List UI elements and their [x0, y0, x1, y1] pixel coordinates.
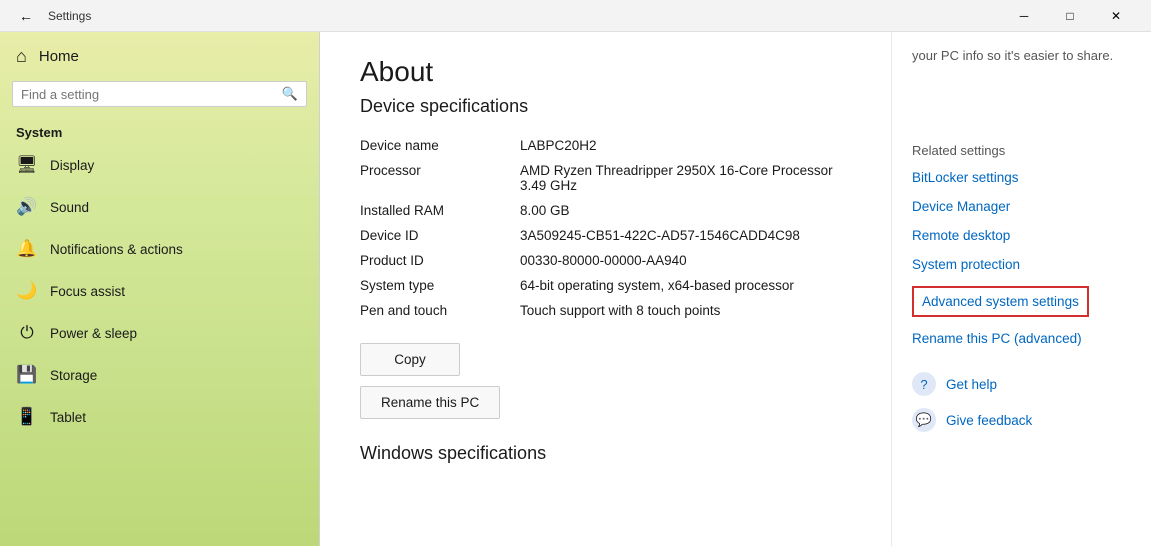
sidebar-item-focus-label: Focus assist — [50, 284, 125, 299]
windows-specs-heading: Windows specifications — [360, 443, 851, 464]
home-icon: ⌂ — [16, 46, 27, 67]
spec-value-product-id: 00330-80000-00000-AA940 — [520, 248, 851, 273]
sidebar-item-tablet[interactable]: 📱 Tablet — [0, 396, 319, 438]
intro-text: your PC info so it's easier to share. — [912, 48, 1131, 63]
titlebar-title: Settings — [48, 9, 91, 23]
sidebar-item-notifications[interactable]: 🔔 Notifications & actions — [0, 228, 319, 270]
spec-label-system-type: System type — [360, 273, 520, 298]
close-icon: ✕ — [1111, 9, 1121, 23]
related-link-rename-advanced[interactable]: Rename this PC (advanced) — [912, 331, 1131, 346]
titlebar: ← Settings ─ □ ✕ — [0, 0, 1151, 32]
related-link-system-protection[interactable]: System protection — [912, 257, 1131, 272]
related-link-bitlocker[interactable]: BitLocker settings — [912, 170, 1131, 185]
device-specs-heading: Device specifications — [360, 96, 851, 117]
get-help-icon: ? — [912, 372, 936, 396]
help-section: ? Get help 💬 Give feedback — [912, 362, 1131, 432]
spec-label-product-id: Product ID — [360, 248, 520, 273]
close-button[interactable]: ✕ — [1093, 0, 1139, 32]
spec-value-device-name: LABPC20H2 — [520, 133, 851, 158]
spec-row-device-name: Device name LABPC20H2 — [360, 133, 851, 158]
sidebar-home-item[interactable]: ⌂ Home — [0, 32, 319, 81]
focus-icon: 🌙 — [16, 281, 38, 301]
spec-value-ram: 8.00 GB — [520, 198, 851, 223]
sidebar-item-power-label: Power & sleep — [50, 326, 137, 341]
search-box: 🔍 — [12, 81, 307, 107]
storage-icon: 💾 — [16, 365, 38, 385]
maximize-button[interactable]: □ — [1047, 0, 1093, 32]
sidebar-section-label: System — [0, 115, 319, 144]
copy-button[interactable]: Copy — [360, 343, 460, 376]
give-feedback-icon: 💬 — [912, 408, 936, 432]
sidebar-item-power[interactable]: ⏻ Power & sleep — [0, 312, 319, 354]
main-container: ⌂ Home 🔍 System 🖥 Display 🔊 Sound 🔔 Noti… — [0, 32, 1151, 546]
sidebar-item-sound[interactable]: 🔊 Sound — [0, 186, 319, 228]
spec-label-ram: Installed RAM — [360, 198, 520, 223]
back-icon: ← — [19, 8, 33, 24]
get-help-item[interactable]: ? Get help — [912, 372, 1131, 396]
sound-icon: 🔊 — [16, 197, 38, 217]
spec-row-product-id: Product ID 00330-80000-00000-AA940 — [360, 248, 851, 273]
spec-row-system-type: System type 64-bit operating system, x64… — [360, 273, 851, 298]
main-content: About Device specifications Device name … — [320, 32, 891, 546]
spec-label-device-name: Device name — [360, 133, 520, 158]
minimize-icon: ─ — [1020, 9, 1029, 23]
search-input[interactable] — [21, 87, 276, 102]
related-settings-title: Related settings — [912, 143, 1131, 158]
spec-row-ram: Installed RAM 8.00 GB — [360, 198, 851, 223]
spec-row-pen-touch: Pen and touch Touch support with 8 touch… — [360, 298, 851, 323]
right-panel: your PC info so it's easier to share. Re… — [891, 32, 1151, 546]
spec-label-device-id: Device ID — [360, 223, 520, 248]
home-label: Home — [39, 48, 79, 65]
get-help-label: Get help — [946, 377, 997, 392]
sidebar-item-tablet-label: Tablet — [50, 410, 86, 425]
window-controls: ─ □ ✕ — [1001, 0, 1139, 32]
sidebar-item-storage-label: Storage — [50, 368, 97, 383]
related-link-device-manager[interactable]: Device Manager — [912, 199, 1131, 214]
sidebar-item-display[interactable]: 🖥 Display — [0, 144, 319, 186]
sidebar: ⌂ Home 🔍 System 🖥 Display 🔊 Sound 🔔 Noti… — [0, 32, 320, 546]
give-feedback-item[interactable]: 💬 Give feedback — [912, 408, 1131, 432]
maximize-icon: □ — [1066, 9, 1073, 23]
back-button[interactable]: ← — [12, 2, 40, 30]
spec-row-processor: Processor AMD Ryzen Threadripper 2950X 1… — [360, 158, 851, 198]
spec-value-processor: AMD Ryzen Threadripper 2950X 16-Core Pro… — [520, 158, 851, 198]
content-wrapper: About Device specifications Device name … — [320, 32, 1151, 546]
spec-row-device-id: Device ID 3A509245-CB51-422C-AD57-1546CA… — [360, 223, 851, 248]
sidebar-item-focus[interactable]: 🌙 Focus assist — [0, 270, 319, 312]
sidebar-item-storage[interactable]: 💾 Storage — [0, 354, 319, 396]
spec-value-pen-touch: Touch support with 8 touch points — [520, 298, 851, 323]
page-title: About — [360, 56, 851, 88]
display-icon: 🖥 — [16, 155, 38, 175]
spec-label-pen-touch: Pen and touch — [360, 298, 520, 323]
minimize-button[interactable]: ─ — [1001, 0, 1047, 32]
give-feedback-label: Give feedback — [946, 413, 1032, 428]
power-icon: ⏻ — [16, 323, 38, 343]
spec-value-system-type: 64-bit operating system, x64-based proce… — [520, 273, 851, 298]
sidebar-item-sound-label: Sound — [50, 200, 89, 215]
notifications-icon: 🔔 — [16, 239, 38, 259]
spec-label-processor: Processor — [360, 158, 520, 198]
spec-value-device-id: 3A509245-CB51-422C-AD57-1546CADD4C98 — [520, 223, 851, 248]
related-link-advanced-system[interactable]: Advanced system settings — [912, 286, 1089, 317]
related-link-remote-desktop[interactable]: Remote desktop — [912, 228, 1131, 243]
action-buttons: Copy Rename this PC — [360, 343, 851, 419]
device-specs-table: Device name LABPC20H2 Processor AMD Ryze… — [360, 133, 851, 323]
rename-button[interactable]: Rename this PC — [360, 386, 500, 419]
sidebar-item-notifications-label: Notifications & actions — [50, 242, 183, 257]
sidebar-item-display-label: Display — [50, 158, 94, 173]
tablet-icon: 📱 — [16, 407, 38, 427]
search-icon: 🔍 — [282, 86, 298, 102]
